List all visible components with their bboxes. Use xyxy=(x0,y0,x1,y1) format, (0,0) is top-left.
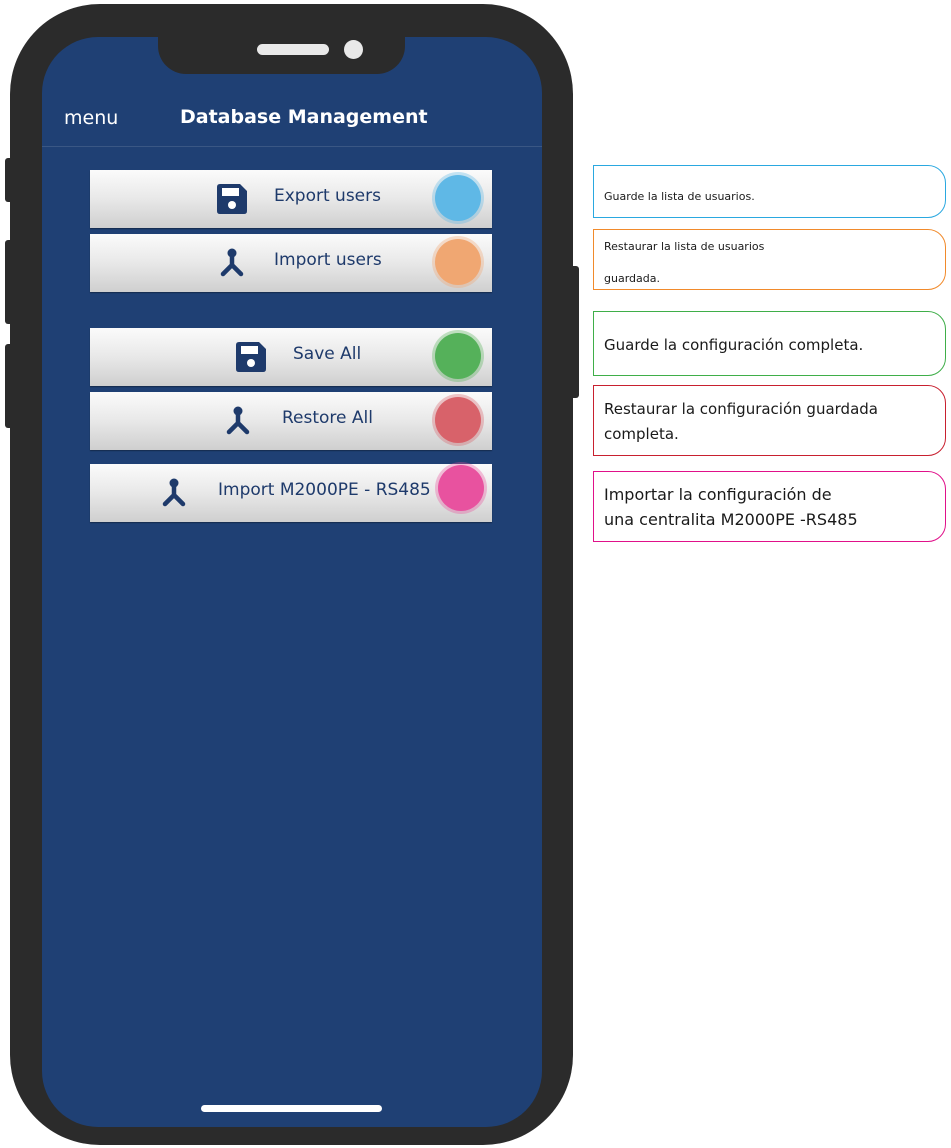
marker-dot xyxy=(435,175,481,221)
button-label: Import M2000PE - RS485 xyxy=(218,480,431,500)
callout-text: una centralita M2000PE -RS485 xyxy=(604,510,858,529)
network-import-icon xyxy=(162,478,186,507)
callout-save-all: Guarde la configuración completa. xyxy=(593,311,946,376)
callout-text: guardada. xyxy=(604,272,660,285)
callout-text: Guarde la configuración completa. xyxy=(604,336,864,354)
marker-dot xyxy=(435,333,481,379)
floppy-disk-icon xyxy=(236,342,266,372)
network-import-icon xyxy=(220,248,244,277)
home-indicator xyxy=(201,1105,382,1112)
callout-text: Importar la configuración de xyxy=(604,485,832,504)
import-m2000pe-button[interactable]: Import M2000PE - RS485 xyxy=(90,464,492,522)
export-users-button[interactable]: Export users xyxy=(90,170,492,228)
import-users-button[interactable]: Import users xyxy=(90,234,492,292)
callout-text: Guarde la lista de usuarios. xyxy=(604,190,755,203)
callout-import-users: Restaurar la lista de usuarios guardada. xyxy=(593,229,946,290)
callout-text: Restaurar la lista de usuarios xyxy=(604,240,765,253)
network-import-icon xyxy=(226,406,250,435)
speaker-grille xyxy=(257,44,329,55)
marker-dot xyxy=(435,397,481,443)
page-title: Database Management xyxy=(180,106,428,128)
menu-button[interactable]: menu xyxy=(64,107,118,129)
button-label: Export users xyxy=(274,186,381,206)
marker-dot xyxy=(438,465,484,511)
header-divider xyxy=(42,146,542,147)
save-all-button[interactable]: Save All xyxy=(90,328,492,386)
floppy-disk-icon xyxy=(217,184,247,214)
restore-all-button[interactable]: Restore All xyxy=(90,392,492,450)
callout-export-users: Guarde la lista de usuarios. xyxy=(593,165,946,218)
callout-import-m2000pe: Importar la configuración de una central… xyxy=(593,471,946,542)
callout-restore-all: Restaurar la configuración guardada comp… xyxy=(593,385,946,456)
button-label: Save All xyxy=(293,344,362,364)
button-label: Import users xyxy=(274,250,382,270)
button-label: Restore All xyxy=(282,408,373,428)
callout-text: Restaurar la configuración guardada xyxy=(604,400,878,418)
callout-text: completa. xyxy=(604,425,679,443)
front-camera xyxy=(344,40,363,59)
marker-dot xyxy=(435,239,481,285)
